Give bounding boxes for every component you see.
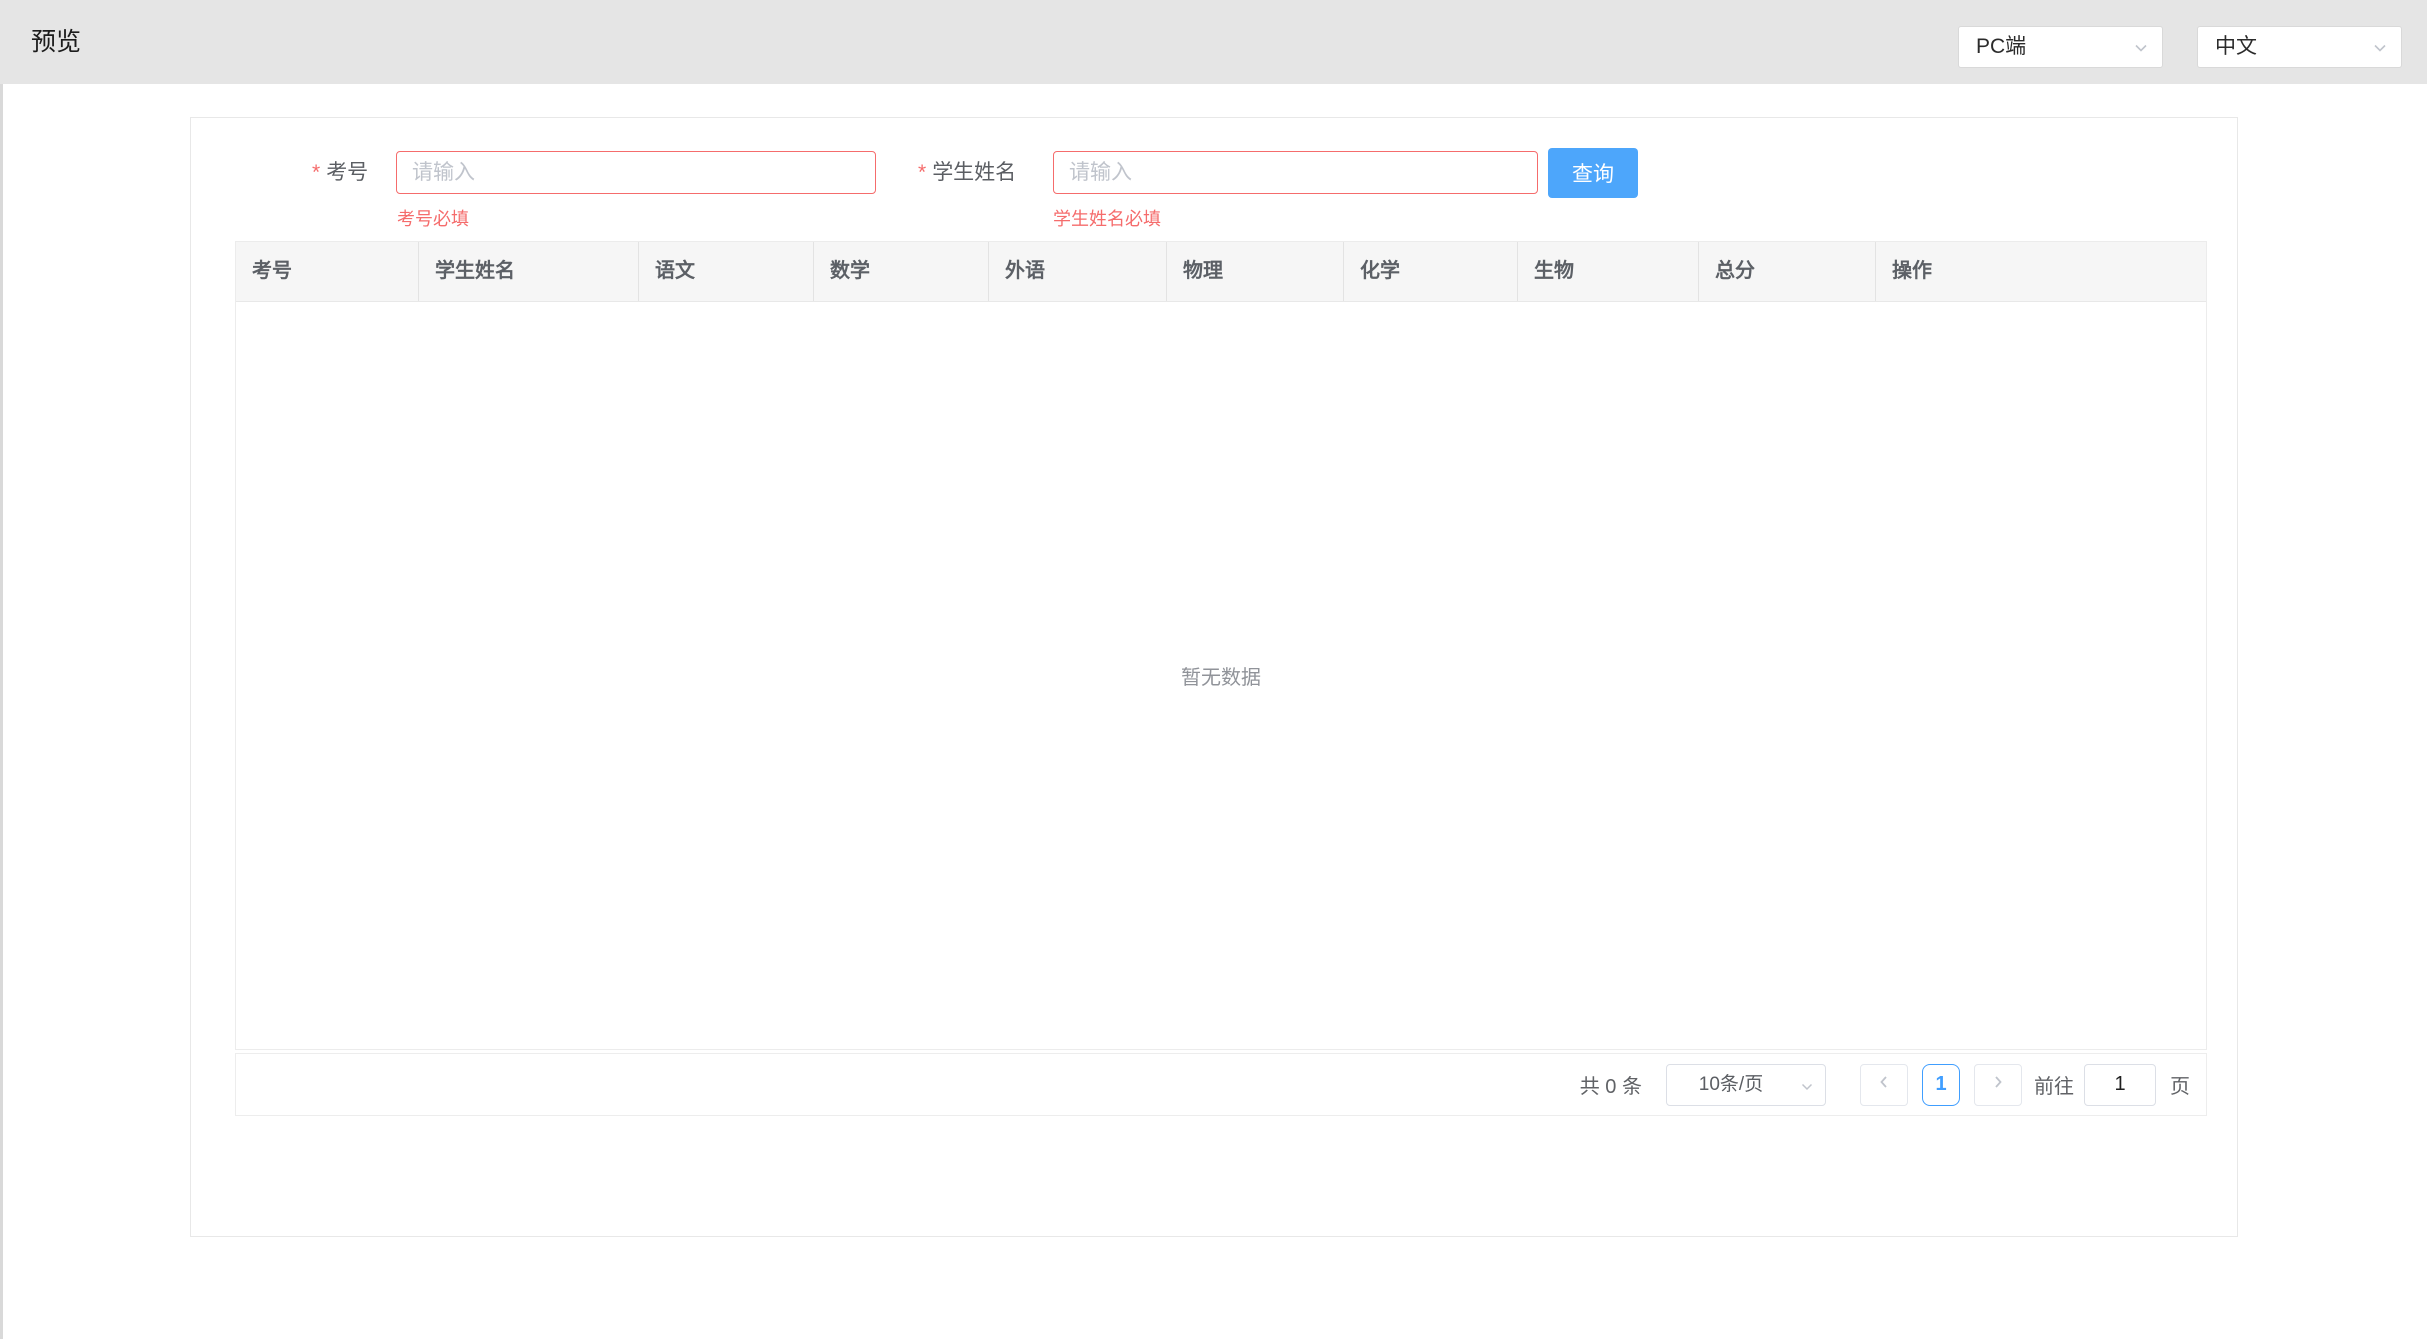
platform-select[interactable]: PC端 <box>1958 26 2163 68</box>
column-header-physics: 物理 <box>1167 242 1344 301</box>
column-header-chemistry: 化学 <box>1344 242 1518 301</box>
column-header-actions: 操作 <box>1876 242 2206 301</box>
column-header-chinese: 语文 <box>639 242 814 301</box>
left-edge-strip <box>0 84 3 1339</box>
goto-page-input[interactable] <box>2084 1064 2156 1106</box>
student-name-input[interactable] <box>1053 151 1538 194</box>
student-name-label: * 学生姓名 <box>918 151 1016 194</box>
chevron-down-icon <box>2132 39 2150 62</box>
page-title: 预览 <box>31 0 81 84</box>
column-header-student-name: 学生姓名 <box>419 242 639 301</box>
student-name-label-text: 学生姓名 <box>932 161 1016 184</box>
prev-page-button[interactable] <box>1860 1064 1908 1106</box>
column-header-exam-no: 考号 <box>236 242 419 301</box>
page-unit-label: 页 <box>2170 1070 2190 1099</box>
page-size-select[interactable]: 10条/页 <box>1666 1064 1826 1106</box>
next-page-button[interactable] <box>1974 1064 2022 1106</box>
total-count-text: 共 0 条 <box>1580 1070 1642 1099</box>
column-header-foreign-language: 外语 <box>989 242 1167 301</box>
exam-no-error: 考号必填 <box>397 205 469 231</box>
chevron-right-icon <box>1990 1073 2006 1096</box>
goto-label: 前往 <box>2034 1070 2074 1099</box>
pagination-bar: 共 0 条 10条/页 1 前往 页 <box>235 1053 2207 1116</box>
chevron-down-icon <box>1799 1078 1815 1101</box>
column-header-biology: 生物 <box>1518 242 1699 301</box>
language-select[interactable]: 中文 <box>2197 26 2402 68</box>
column-header-math: 数学 <box>814 242 989 301</box>
table-empty-body: 暂无数据 <box>236 302 2206 1049</box>
platform-select-value: PC端 <box>1976 27 2026 67</box>
exam-no-label-text: 考号 <box>326 161 368 184</box>
exam-no-input[interactable] <box>396 151 876 194</box>
table-header-row: 考号 学生姓名 语文 数学 外语 物理 化学 生物 总分 操作 <box>236 242 2206 302</box>
topbar: 预览 PC端 中文 <box>0 0 2427 84</box>
chevron-down-icon <box>2371 39 2389 62</box>
page-size-value: 10条/页 <box>1667 1065 1795 1105</box>
student-name-error: 学生姓名必填 <box>1053 205 1161 231</box>
chevron-left-icon <box>1876 1073 1892 1096</box>
exam-no-label: * 考号 <box>312 151 368 194</box>
screen: 预览 PC端 中文 * 考号 考号必填 * 学生姓名 学生姓名必填 查询 <box>0 0 2427 1339</box>
query-button[interactable]: 查询 <box>1548 148 1638 198</box>
results-table: 考号 学生姓名 语文 数学 外语 物理 化学 生物 总分 操作 暂无数据 <box>235 241 2207 1050</box>
content-panel: * 考号 考号必填 * 学生姓名 学生姓名必填 查询 考号 学生姓名 语文 数学 外… <box>190 117 2238 1237</box>
column-header-total-score: 总分 <box>1699 242 1876 301</box>
empty-data-text: 暂无数据 <box>1181 661 1261 690</box>
page-1-button[interactable]: 1 <box>1922 1064 1960 1106</box>
language-select-value: 中文 <box>2215 27 2257 67</box>
required-asterisk: * <box>918 161 926 184</box>
required-asterisk: * <box>312 161 320 184</box>
